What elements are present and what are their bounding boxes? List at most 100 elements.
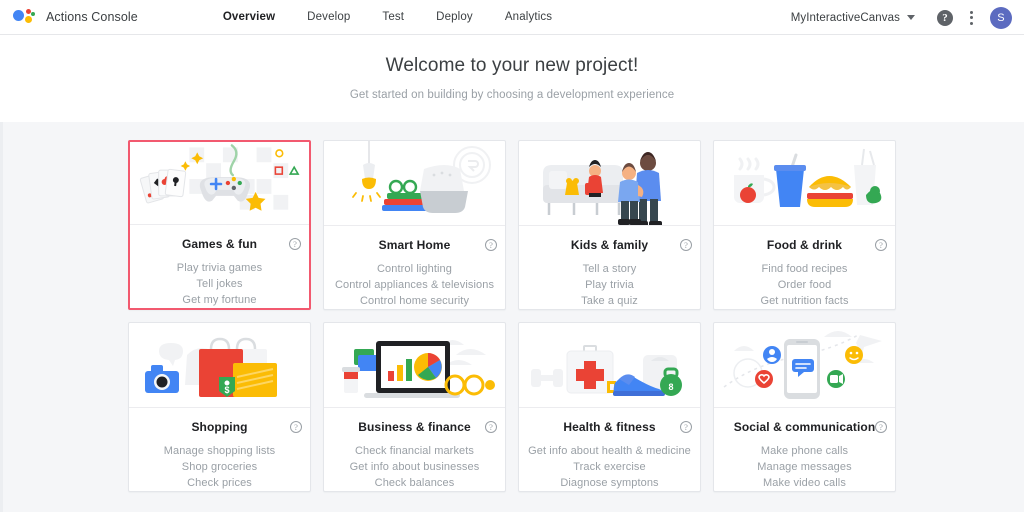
- card-title: Kids & family: [570, 238, 649, 252]
- card-body: Games & fun ? Play trivia games Tell jok…: [130, 225, 309, 308]
- card-body: Kids & family ? Tell a story Play trivia…: [519, 226, 700, 309]
- card-body: Smart Home ? Control lighting Control ap…: [324, 226, 505, 309]
- card-help-icon[interactable]: ?: [680, 239, 692, 251]
- phone-with-chat-bubbles-illustration-icon: [714, 323, 895, 408]
- card-business-finance[interactable]: Business & finance ? Check financial mar…: [323, 322, 506, 492]
- actions-console-page: Actions Console Overview Develop Test De…: [0, 0, 1024, 512]
- card-help-icon[interactable]: ?: [289, 238, 301, 250]
- shopping-bags-and-camera-illustration-icon: $: [129, 323, 310, 408]
- card-header: Social & communication ?: [714, 420, 895, 434]
- more-options-icon[interactable]: [970, 10, 973, 25]
- card-help-icon[interactable]: ?: [875, 239, 887, 251]
- card-header: Games & fun ?: [130, 237, 309, 251]
- card-health-fitness[interactable]: 8 Health & fitness ? Get info about heal…: [518, 322, 701, 492]
- card-title: Social & communication: [733, 420, 876, 434]
- card-title: Food & drink: [766, 238, 843, 252]
- svg-text:$: $: [224, 385, 229, 395]
- card-food-drink[interactable]: Food & drink ? Find food recipes Order f…: [713, 140, 896, 310]
- svg-text:8: 8: [668, 382, 673, 392]
- list-item: Order food: [777, 279, 832, 291]
- card-feature-list: Control lighting Control appliances & te…: [324, 261, 505, 309]
- list-item: Check financial markets: [354, 445, 475, 457]
- card-feature-list: Make phone calls Manage messages Make vi…: [714, 443, 895, 491]
- list-item: Control lighting: [377, 263, 452, 275]
- laptop-charts-illustration-icon: [324, 323, 505, 408]
- content-area: Games & fun ? Play trivia games Tell jok…: [0, 122, 1024, 512]
- list-item: Tell a story: [582, 263, 637, 275]
- list-item: Control home security: [359, 295, 470, 307]
- header-actions: MyInteractiveCanvas ? S: [791, 0, 1012, 35]
- card-title: Shopping: [191, 420, 248, 434]
- list-item: Control appliances & televisions: [334, 279, 495, 291]
- card-help-icon[interactable]: ?: [485, 239, 497, 251]
- card-header: Kids & family ?: [519, 238, 700, 252]
- app-header: Actions Console Overview Develop Test De…: [0, 0, 1024, 35]
- list-item: Check balances: [374, 477, 455, 489]
- card-help-icon[interactable]: ?: [290, 421, 302, 433]
- card-help-icon[interactable]: ?: [875, 421, 887, 433]
- nav-item-develop[interactable]: Develop: [307, 11, 350, 23]
- nav-item-test[interactable]: Test: [382, 11, 404, 23]
- card-help-icon[interactable]: ?: [485, 421, 497, 433]
- brand-name: Actions Console: [46, 10, 138, 24]
- card-feature-list: Check financial markets Get info about b…: [324, 443, 505, 491]
- first-aid-kit-and-sneaker-illustration-icon: 8: [519, 323, 700, 408]
- card-shopping[interactable]: $ Shopping ? Manage shopping lists Shop …: [128, 322, 311, 492]
- card-smart-home[interactable]: Smart Home ? Control lighting Control ap…: [323, 140, 506, 310]
- burger-and-drink-illustration-icon: [714, 141, 895, 226]
- card-body: Food & drink ? Find food recipes Order f…: [714, 226, 895, 309]
- smart-speaker-and-lamp-illustration-icon: [324, 141, 505, 226]
- avatar[interactable]: S: [990, 6, 1012, 29]
- card-body: Social & communication ? Make phone call…: [714, 408, 895, 491]
- list-item: Play trivia: [585, 279, 634, 291]
- card-feature-list: Play trivia games Tell jokes Get my fort…: [130, 260, 309, 308]
- card-header: Smart Home ?: [324, 238, 505, 252]
- brand[interactable]: Actions Console: [13, 7, 138, 27]
- list-item: Play trivia games: [176, 262, 263, 274]
- list-item: Diagnose symptons: [560, 477, 659, 489]
- card-title: Health & fitness: [563, 420, 656, 434]
- list-item: Shop groceries: [181, 461, 258, 473]
- page-title: Welcome to your new project!: [385, 55, 639, 76]
- card-social-communication[interactable]: Social & communication ? Make phone call…: [713, 322, 896, 492]
- list-item: Manage shopping lists: [163, 445, 276, 457]
- card-body: Shopping ? Manage shopping lists Shop gr…: [129, 408, 310, 491]
- list-item: Make phone calls: [760, 445, 849, 457]
- card-feature-list: Tell a story Play trivia Take a quiz: [519, 261, 700, 309]
- category-card-grid: Games & fun ? Play trivia games Tell jok…: [128, 140, 896, 492]
- page-subtitle: Get started on building by choosing a de…: [349, 89, 675, 101]
- list-item: Track exercise: [573, 461, 646, 473]
- card-header: Health & fitness ?: [519, 420, 700, 434]
- card-header: Shopping ?: [129, 420, 310, 434]
- nav-item-deploy[interactable]: Deploy: [436, 11, 473, 23]
- nav-item-analytics[interactable]: Analytics: [505, 11, 552, 23]
- card-header: Food & drink ?: [714, 238, 895, 252]
- list-item: Get nutrition facts: [760, 295, 849, 307]
- list-item: Tell jokes: [196, 278, 243, 290]
- card-title: Smart Home: [378, 238, 451, 252]
- card-games-fun[interactable]: Games & fun ? Play trivia games Tell jok…: [128, 140, 311, 310]
- google-assistant-logo-icon: [13, 7, 35, 27]
- gamepad-and-cards-illustration-icon: [130, 142, 309, 225]
- card-body: Business & finance ? Check financial mar…: [324, 408, 505, 491]
- card-body: Health & fitness ? Get info about health…: [519, 408, 700, 491]
- list-item: Find food recipes: [761, 263, 848, 275]
- card-feature-list: Manage shopping lists Shop groceries Che…: [129, 443, 310, 491]
- card-header: Business & finance ?: [324, 420, 505, 434]
- list-item: Get info about businesses: [349, 461, 480, 473]
- card-kids-family[interactable]: Kids & family ? Tell a story Play trivia…: [518, 140, 701, 310]
- list-item: Manage messages: [757, 461, 852, 473]
- main-nav: Overview Develop Test Deploy Analytics: [223, 11, 584, 23]
- card-help-icon[interactable]: ?: [680, 421, 692, 433]
- card-title: Games & fun: [181, 237, 258, 251]
- list-item: Check prices: [187, 477, 252, 489]
- list-item: Get my fortune: [182, 294, 257, 306]
- nav-item-overview[interactable]: Overview: [223, 11, 275, 23]
- help-icon[interactable]: ?: [937, 9, 953, 26]
- list-item: Get info about health & medicine: [528, 445, 691, 457]
- list-item: Take a quiz: [581, 295, 638, 307]
- project-selector[interactable]: MyInteractiveCanvas: [791, 12, 915, 24]
- card-title: Business & finance: [358, 420, 471, 434]
- card-feature-list: Get info about health & medicine Track e…: [519, 443, 700, 491]
- chevron-down-icon: [907, 15, 915, 20]
